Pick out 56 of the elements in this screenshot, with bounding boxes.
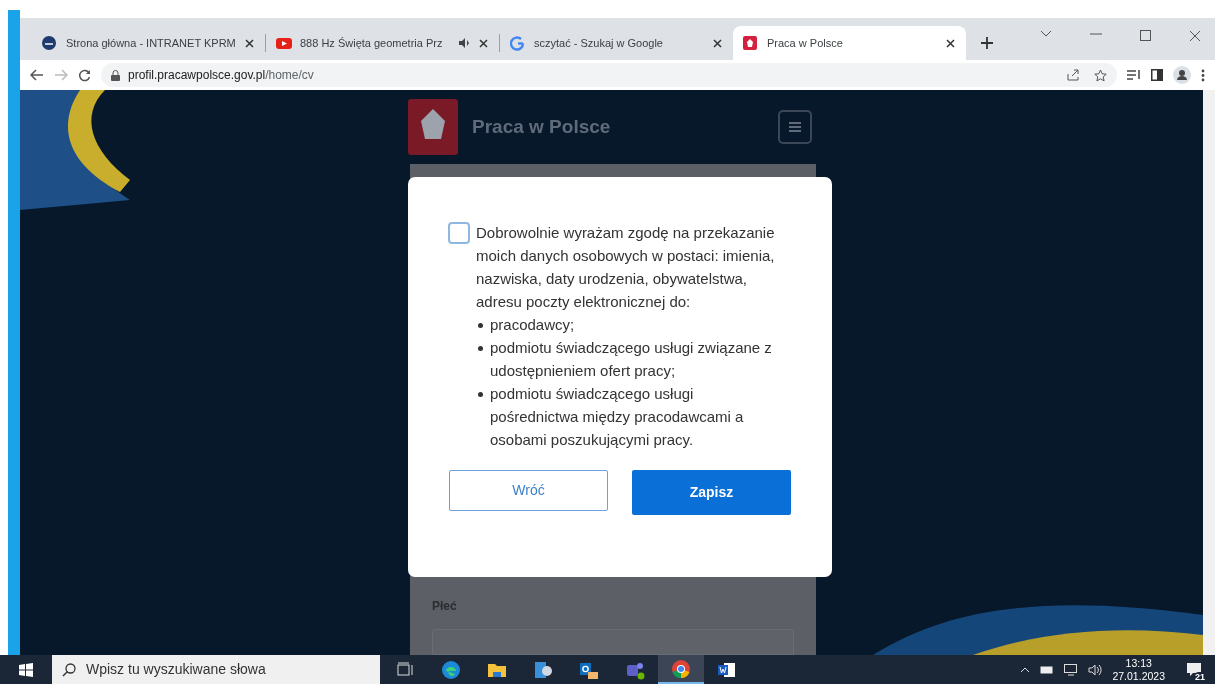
- maximize-icon[interactable]: [1140, 30, 1151, 41]
- browser-tab[interactable]: 888 Hz Święta geometria Prz: [266, 26, 499, 60]
- save-button[interactable]: Zapisz: [632, 470, 791, 515]
- play-icon: [276, 35, 292, 51]
- chevron-up-icon[interactable]: [1020, 666, 1031, 673]
- close-icon[interactable]: [712, 37, 723, 49]
- side-panel-icon[interactable]: [1151, 69, 1163, 81]
- taskbar-search-field[interactable]: Wpisz tu wyszukiwane słowa: [52, 655, 380, 684]
- browser-tab[interactable]: Praca w Polsce: [733, 26, 966, 60]
- bullet-icon: [478, 323, 483, 328]
- close-icon[interactable]: [478, 37, 489, 49]
- address-bar[interactable]: profil.pracawpolsce.gov.pl/home/cv: [101, 63, 1117, 87]
- consent-list-item: podmiotu świadczącego usługi pośrednictwa między pracodawcami a osobami poszukującymi pracy.: [490, 384, 745, 450]
- search-icon: [62, 662, 76, 677]
- menu-button[interactable]: [778, 110, 812, 144]
- lock-icon: [111, 69, 120, 81]
- new-tab-icon[interactable]: [980, 36, 994, 50]
- close-icon[interactable]: [945, 37, 956, 49]
- menu-icon: [789, 122, 801, 132]
- back-button[interactable]: Wróć: [449, 470, 608, 511]
- share-icon[interactable]: [1067, 68, 1080, 81]
- clock-time: 13:13: [1125, 656, 1152, 670]
- consent-list-item: podmiotu świadczącego usługi związane z udostępnieniem ofert pracy;: [490, 338, 773, 381]
- clock[interactable]: 13:13 27.01.2023: [1112, 656, 1165, 683]
- more-icon[interactable]: [1201, 68, 1205, 82]
- url-text: profil.pracawpolsce.gov.pl/home/cv: [128, 67, 314, 84]
- chevron-down-icon[interactable]: [1040, 30, 1052, 38]
- edge-icon: [441, 659, 461, 680]
- media-player-icon: [533, 659, 553, 680]
- battery-icon[interactable]: [1040, 665, 1055, 674]
- consent-text: Dobrowolnie wyrażam zgodę na przekazanie moich danych osobowych w postaci: imienia, nazwiska, daty urodzenia, obywatelstwa, adresu poczty elektronicznej do:: [476, 223, 776, 312]
- select-field[interactable]: [432, 629, 794, 655]
- close-icon[interactable]: [244, 37, 255, 49]
- speaker-icon[interactable]: [458, 38, 470, 48]
- scrollbar[interactable]: [1203, 90, 1215, 655]
- notifications-button[interactable]: 21: [1181, 655, 1207, 684]
- bullet-icon: [478, 392, 483, 397]
- bullet-icon: [478, 346, 483, 351]
- browser-icon: [671, 658, 691, 679]
- browser-tab[interactable]: sczytać - Szukaj w Google: [500, 26, 733, 60]
- consent-checkbox[interactable]: [448, 222, 470, 244]
- profile-icon[interactable]: [1173, 66, 1191, 84]
- network-icon[interactable]: [1064, 663, 1079, 676]
- back-icon[interactable]: [30, 69, 44, 81]
- consent-list-item: pracodawcy;: [490, 315, 575, 335]
- site-title: Praca w Polsce: [472, 114, 611, 139]
- notification-count: 21: [1193, 672, 1207, 683]
- close-icon[interactable]: [1189, 30, 1201, 42]
- speaker-icon[interactable]: [1088, 663, 1103, 676]
- windows-logo-icon: [19, 662, 33, 677]
- star-icon[interactable]: [1094, 68, 1107, 82]
- browser-tab[interactable]: Strona główna - INTRANET KPRM: [32, 26, 265, 60]
- clock-date: 27.01.2023: [1112, 669, 1165, 683]
- search-placeholder: Wpisz tu wyszukiwane słowa: [86, 660, 266, 679]
- reload-icon[interactable]: [78, 68, 91, 82]
- reading-list-icon[interactable]: [1127, 69, 1141, 81]
